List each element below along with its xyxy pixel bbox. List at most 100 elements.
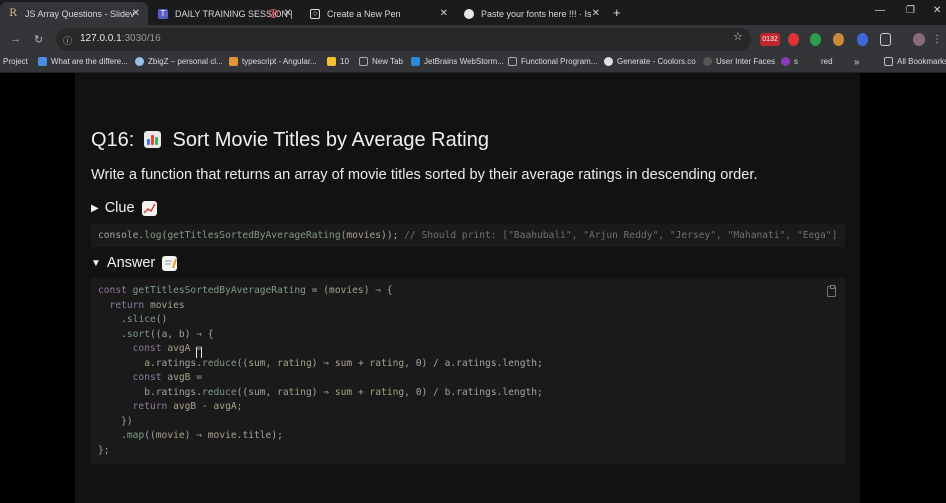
tab-slidev[interactable]: R JS Array Questions - Slidev ✕ <box>0 2 148 25</box>
bookmark-label: Project <box>3 57 28 66</box>
bookmark-coolors[interactable]: Generate - Coolors.co <box>604 57 696 66</box>
new-tab-icon[interactable]: + <box>613 5 621 20</box>
bookmark-label: s <box>794 57 798 66</box>
page-viewport: Q16: Sort Movie Titles by Average Rating… <box>0 73 946 503</box>
address-bar[interactable]: ⓘ 127.0.0.1:3030/16 <box>56 28 751 51</box>
bookmark-label: JetBrains WebStorm... <box>424 57 504 66</box>
close-icon[interactable]: ✕ <box>284 8 292 19</box>
extensions-puzzle-icon[interactable] <box>880 33 891 46</box>
url-host: 127.0.0.1 <box>80 33 122 44</box>
grammar-extension-icon[interactable] <box>810 33 821 46</box>
tab-title: JS Array Questions - Slidev <box>25 8 135 19</box>
bookmark-favicon-icon <box>703 57 712 66</box>
caret-down-icon: ▼ <box>91 257 101 269</box>
code-line: const avgA = <box>98 343 202 354</box>
tab-github[interactable]: Paste your fonts here !!! · Issue ✕ <box>456 2 608 25</box>
cookie-extension-icon[interactable] <box>833 33 844 46</box>
all-bookmarks[interactable]: All Bookmarks <box>884 57 946 66</box>
folder-icon <box>884 57 893 66</box>
bookmark-10[interactable]: 10 <box>327 57 349 66</box>
bookmark-red[interactable]: red <box>808 57 833 66</box>
bar-chart-icon <box>143 131 161 148</box>
codepen-icon: ◇ <box>310 8 320 19</box>
answer-code-block: const getTitlesSortedByAverageRating = (… <box>91 278 845 464</box>
code-line: return movies <box>98 299 185 311</box>
bookmark-favicon-icon <box>38 57 47 66</box>
extension-icon[interactable] <box>857 33 868 46</box>
question-title: Sort Movie Titles by Average Rating <box>172 129 489 151</box>
page-title: Q16: Sort Movie Titles by Average Rating <box>91 129 489 152</box>
bookmark-new-tab[interactable]: New Tab <box>359 57 403 66</box>
bookmark-s[interactable]: s <box>781 57 798 66</box>
bookmark-label: ZbigZ – personal cl... <box>148 57 223 66</box>
stackoverflow-icon <box>229 57 238 66</box>
bookmark-label: Functional Program... <box>521 57 598 66</box>
teams-icon: T <box>158 8 168 19</box>
site-info-icon[interactable]: ⓘ <box>63 34 73 46</box>
close-icon[interactable]: ✕ <box>132 8 140 19</box>
tab-title: Paste your fonts here !!! · Issue <box>481 8 591 19</box>
restore-icon[interactable]: ❐ <box>906 5 915 16</box>
code-line: .map((movie) ⇒ movie.title); <box>98 430 283 441</box>
code-line: a.ratings.reduce((sum, rating) ⇒ sum + r… <box>98 357 543 369</box>
bookmark-label: red <box>821 57 833 66</box>
bookmark-differences[interactable]: What are the differe... <box>38 57 128 66</box>
page-icon <box>359 57 368 66</box>
bookmark-label: User Inter Faces <box>716 57 776 66</box>
github-icon <box>464 8 474 19</box>
tab-strip: R JS Array Questions - Slidev ✕ T DAILY … <box>0 0 946 25</box>
code-line: b.ratings.reduce((sum, rating) ⇒ sum + r… <box>98 386 543 398</box>
code-line: return avgB - avgA; <box>98 401 243 412</box>
code-line: .sort((a, b) ⇒ { <box>98 328 214 340</box>
close-icon[interactable]: ✕ <box>440 8 448 19</box>
bookmark-webstorm[interactable]: JetBrains WebStorm... <box>411 57 504 66</box>
code-line: }; <box>98 444 110 456</box>
code-line: }) <box>98 415 133 427</box>
bookmark-functional[interactable]: Functional Program... <box>508 57 597 66</box>
reload-icon[interactable]: ↻ <box>34 33 43 46</box>
tab-codepen[interactable]: ◇ Create a New Pen ✕ <box>302 2 456 25</box>
bookmarks-bar: Project What are the differe... ZbigZ – … <box>0 54 946 73</box>
recording-icon <box>269 9 278 18</box>
copy-icon[interactable] <box>827 285 836 297</box>
profile-avatar[interactable] <box>913 33 925 46</box>
close-icon[interactable]: ✕ <box>592 8 600 19</box>
window-close-icon[interactable]: ✕ <box>933 5 941 16</box>
code-line: const avgB = <box>98 372 202 383</box>
bookmark-star-icon[interactable]: ☆ <box>733 30 743 43</box>
bookmark-label: New Tab <box>372 57 403 66</box>
text-cursor-icon <box>196 347 202 358</box>
forward-icon[interactable]: → <box>10 33 21 45</box>
tab-title: Create a New Pen <box>327 8 401 19</box>
bookmark-label: Generate - Coolors.co <box>617 57 696 66</box>
question-number: Q16: <box>91 129 135 151</box>
clue-toggle[interactable]: ▶ Clue <box>91 200 157 216</box>
answer-toggle[interactable]: ▼ Answer <box>91 255 178 271</box>
bookmark-interfaces[interactable]: User Inter Faces <box>703 57 775 66</box>
code-line: .slice() <box>98 314 168 325</box>
page-icon <box>508 57 517 66</box>
chart-increasing-icon <box>141 200 157 216</box>
menu-kebab-icon[interactable]: ⋮ <box>932 33 942 46</box>
question-description: Write a function that returns an array o… <box>91 167 758 183</box>
more-bookmarks-icon[interactable]: » <box>854 57 860 68</box>
slidev-icon: R <box>9 8 17 19</box>
jetbrains-icon <box>411 57 420 66</box>
code-line: console.log(getTitlesSortedByAverageRati… <box>98 230 838 241</box>
tab-training[interactable]: T DAILY TRAINING SESSION | ✕ <box>150 2 300 25</box>
code-line: const getTitlesSortedByAverageRating = (… <box>98 285 393 296</box>
extension-badge[interactable]: 0132 <box>760 33 780 46</box>
bookmark-label: What are the differe... <box>51 57 128 66</box>
shield-extension-icon[interactable] <box>788 33 799 46</box>
bookmark-label: All Bookmarks <box>897 57 946 66</box>
bookmark-typescript[interactable]: typescript - Angular... <box>229 57 317 66</box>
url-text: 127.0.0.1:3030/16 <box>80 33 161 44</box>
cloud-icon <box>135 57 144 66</box>
minimize-icon[interactable]: — <box>875 5 885 16</box>
clue-code-block: console.log(getTitlesSortedByAverageRati… <box>91 224 845 247</box>
bookmark-zbigz[interactable]: ZbigZ – personal cl... <box>135 57 223 66</box>
bookmark-project[interactable]: Project <box>3 57 28 66</box>
memo-icon <box>162 255 178 271</box>
bookmark-label: 10 <box>340 57 349 66</box>
answer-label: Answer <box>106 255 156 271</box>
